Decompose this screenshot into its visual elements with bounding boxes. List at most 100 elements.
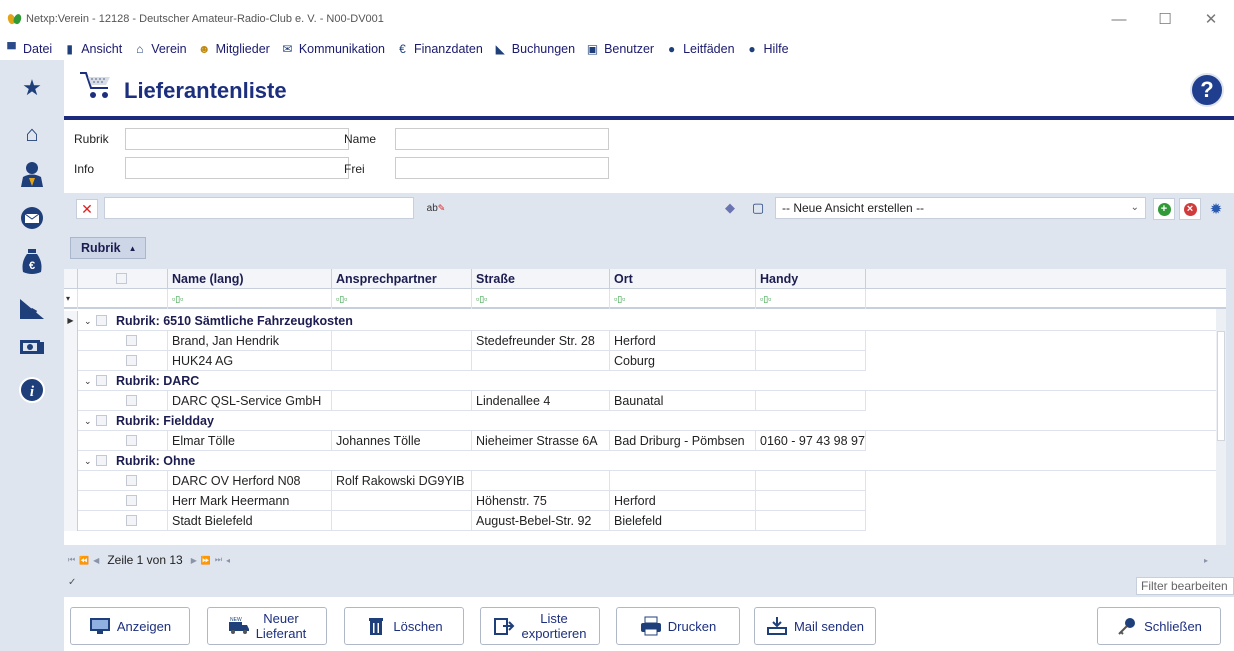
search-input[interactable] xyxy=(104,197,414,219)
prev-page-fast-icon[interactable]: ⏪ xyxy=(79,556,89,565)
menu-leitfaeden[interactable]: ● Leitfäden xyxy=(664,38,735,60)
info-icon[interactable]: i xyxy=(18,376,46,404)
table-row[interactable]: HUK24 AG Coburg xyxy=(64,351,1226,371)
group-checkbox[interactable] xyxy=(96,415,107,426)
next-page-fast-icon[interactable]: ⏩ xyxy=(201,556,211,565)
filter-check-icon[interactable]: ✓ xyxy=(68,577,82,593)
new-supplier-button[interactable]: NEW Neuer Lieferant xyxy=(207,607,327,645)
menu-kommunikation[interactable]: ✉ Kommunikation xyxy=(280,38,385,60)
filter-cell-name[interactable]: ▫▯▫ xyxy=(168,289,332,309)
filter-cell-mobile[interactable]: ▫▯▫ xyxy=(756,289,866,309)
edit-filter-button[interactable]: Filter bearbeiten xyxy=(1136,577,1234,595)
cell-contact: Johannes Tölle xyxy=(332,431,472,451)
add-view-button[interactable]: + xyxy=(1153,198,1175,220)
row-checkbox[interactable] xyxy=(126,515,137,526)
bookings-icon[interactable] xyxy=(18,294,46,322)
row-select-cell xyxy=(78,331,168,351)
name-input[interactable] xyxy=(395,128,609,150)
scrollbar-thumb[interactable] xyxy=(1217,331,1225,441)
maximize-button[interactable]: ☐ xyxy=(1142,0,1188,38)
prev-page-icon[interactable]: ◀ xyxy=(93,556,99,565)
close-window-button[interactable]: ✕ xyxy=(1188,0,1234,38)
menu-verein[interactable]: ⌂ Verein xyxy=(132,38,187,60)
filter-form: Rubrik Name Info Frei xyxy=(64,120,1234,193)
communication-mail-icon[interactable] xyxy=(18,204,46,232)
menu-datei[interactable]: ▀ Datei xyxy=(4,38,52,60)
group-checkbox[interactable] xyxy=(96,455,107,466)
print-button[interactable]: Drucken xyxy=(616,607,740,645)
cell-contact: Rolf Rakowski DG9YIB xyxy=(332,471,472,491)
collapse-icon[interactable]: ⌄ xyxy=(84,311,92,331)
table-row[interactable]: Herr Mark Heermann Höhenstr. 75 Herford xyxy=(64,491,1226,511)
grid-panel: ✕ ab ✎ ◆ ▢ -- Neue Ansicht erstellen -- ⌄ … xyxy=(64,193,1234,597)
menu-finanzdaten[interactable]: € Finanzdaten xyxy=(395,38,483,60)
user-screen-icon[interactable] xyxy=(18,334,46,362)
table-row[interactable]: Stadt Bielefeld August-Bebel-Str. 92 Bie… xyxy=(64,511,1226,531)
column-contact[interactable]: Ansprechpartner xyxy=(332,269,472,289)
first-page-icon[interactable]: ⏮ xyxy=(68,555,75,565)
group-row[interactable]: ⌄ Rubrik: Fieldday xyxy=(64,411,1226,431)
group-row[interactable]: ⌄ Rubrik: Ohne xyxy=(64,451,1226,471)
help-button[interactable]: ? xyxy=(1190,73,1224,107)
view-select[interactable]: -- Neue Ansicht erstellen -- ⌄ xyxy=(775,197,1146,219)
cell-name: Stadt Bielefeld xyxy=(168,511,332,531)
show-button[interactable]: Anzeigen xyxy=(70,607,190,645)
filter-cell-city[interactable]: ▫▯▫ xyxy=(610,289,756,309)
collapse-icon[interactable]: ⌄ xyxy=(84,451,92,471)
row-checkbox[interactable] xyxy=(126,495,137,506)
export-list-button[interactable]: Liste exportieren xyxy=(480,607,600,645)
vertical-scrollbar[interactable] xyxy=(1216,309,1226,545)
horizontal-scroll-right-icon[interactable]: ▸ xyxy=(1204,556,1208,565)
horizontal-scroll-left-icon[interactable]: ◂ xyxy=(226,556,230,565)
clear-search-button[interactable]: ✕ xyxy=(76,199,98,219)
collapse-icon[interactable]: ⌄ xyxy=(84,411,92,431)
group-checkbox[interactable] xyxy=(96,375,107,386)
column-street[interactable]: Straße xyxy=(472,269,610,289)
table-row[interactable]: Elmar Tölle Johannes Tölle Nieheimer Str… xyxy=(64,431,1226,451)
next-page-icon[interactable]: ▶ xyxy=(191,556,197,565)
group-row[interactable]: ▶ ⌄ Rubrik: 6510 Sämtliche Fahrzeugkoste… xyxy=(64,311,1226,331)
delete-button[interactable]: Löschen xyxy=(344,607,464,645)
finance-moneybag-icon[interactable]: € xyxy=(18,248,46,276)
row-checkbox[interactable] xyxy=(126,335,137,346)
row-checkbox[interactable] xyxy=(126,475,137,486)
menu-ansicht[interactable]: ▮ Ansicht xyxy=(62,38,122,60)
eraser-icon[interactable]: ◆ xyxy=(719,198,741,218)
info-input[interactable] xyxy=(125,157,349,179)
group-row[interactable]: ⌄ Rubrik: DARC xyxy=(64,371,1226,391)
find-replace-button[interactable]: ab ✎ xyxy=(424,198,448,218)
row-checkbox[interactable] xyxy=(126,355,137,366)
column-city[interactable]: Ort xyxy=(610,269,756,289)
row-checkbox[interactable] xyxy=(126,435,137,446)
filter-cell-contact[interactable]: ▫▯▫ xyxy=(332,289,472,309)
group-label: Rubrik: 6510 Sämtliche Fahrzeugkosten xyxy=(116,314,353,328)
frei-input[interactable] xyxy=(395,157,609,179)
table-row[interactable]: DARC OV Herford N08 Rolf Rakowski DG9YIB xyxy=(64,471,1226,491)
members-icon[interactable] xyxy=(18,160,46,188)
home-icon[interactable]: ⌂ xyxy=(18,120,46,148)
send-mail-button[interactable]: Mail senden xyxy=(754,607,876,645)
minimize-button[interactable]: — xyxy=(1096,0,1142,38)
collapse-icon[interactable]: ⌄ xyxy=(84,371,92,391)
menu-mitglieder[interactable]: ☻ Mitglieder xyxy=(197,38,270,60)
last-page-icon[interactable]: ⏭ xyxy=(215,555,222,565)
menu-hilfe[interactable]: ● Hilfe xyxy=(745,38,788,60)
filter-cell-street[interactable]: ▫▯▫ xyxy=(472,289,610,309)
column-name[interactable]: Name (lang) xyxy=(168,269,332,289)
close-button[interactable]: Schließen xyxy=(1097,607,1221,645)
book-view-icon[interactable]: ▢ xyxy=(747,198,769,218)
menu-buchungen[interactable]: ◣ Buchungen xyxy=(493,38,575,60)
column-mobile[interactable]: Handy xyxy=(756,269,866,289)
row-checkbox[interactable] xyxy=(126,395,137,406)
settings-gear-button[interactable]: ✹ xyxy=(1205,198,1227,220)
menu-benutzer[interactable]: ▣ Benutzer xyxy=(585,38,654,60)
select-all-checkbox[interactable] xyxy=(116,273,127,284)
delete-view-button[interactable]: × xyxy=(1179,198,1201,220)
rubrik-input[interactable] xyxy=(125,128,349,150)
table-row[interactable]: Brand, Jan Hendrik Stedefreunder Str. 28… xyxy=(64,331,1226,351)
favorites-star-icon[interactable]: ★ xyxy=(18,74,46,102)
group-chip-rubrik[interactable]: Rubrik ▲ xyxy=(70,237,146,259)
group-checkbox[interactable] xyxy=(96,315,107,326)
bookings-icon: ◣ xyxy=(495,42,505,56)
table-row[interactable]: DARC QSL-Service GmbH Lindenallee 4 Baun… xyxy=(64,391,1226,411)
